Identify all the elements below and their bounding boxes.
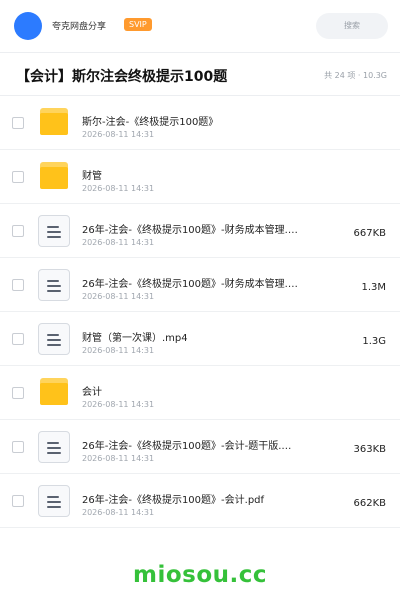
watermark-text: miosou.cc — [132, 562, 268, 588]
file-date: 2026-08-11 14:31 — [82, 184, 155, 193]
file-row[interactable]: 26年-注会-《终极提示100题》-财务成本管理.… 2026-08-11 14… — [0, 204, 400, 258]
row-checkbox[interactable] — [12, 333, 24, 345]
document-icon — [38, 323, 70, 355]
search-button[interactable]: 搜索 — [316, 13, 388, 39]
file-date: 2026-08-11 14:31 — [82, 238, 155, 247]
file-row[interactable]: 26年-注会-《终极提示100题》-会计-题干版.… 2026-08-11 14… — [0, 420, 400, 474]
file-date: 2026-08-11 14:31 — [82, 130, 155, 139]
file-list: 斯尔-注会-《终极提示100题》 2026-08-11 14:31 财管 202… — [0, 96, 400, 528]
row-checkbox[interactable] — [12, 495, 24, 507]
row-checkbox[interactable] — [12, 387, 24, 399]
file-name: 斯尔-注会-《终极提示100题》 — [82, 117, 219, 128]
file-row[interactable]: 财管（第一次课）.mp4 2026-08-11 14:31 1.3G — [0, 312, 400, 366]
document-icon — [38, 215, 70, 247]
row-checkbox[interactable] — [12, 171, 24, 183]
folder-summary: 共 24 项 · 10.3G — [324, 71, 387, 80]
file-name: 财管 — [82, 171, 102, 182]
file-row[interactable]: 26年-注会-《终极提示100题》-会计.pdf 2026-08-11 14:3… — [0, 474, 400, 528]
file-size: 667KB — [353, 228, 386, 239]
document-icon — [38, 431, 70, 463]
avatar[interactable] — [14, 12, 42, 40]
svip-badge: SVIP — [124, 18, 152, 31]
document-icon — [38, 269, 70, 301]
file-name: 26年-注会-《终极提示100题》-财务成本管理.… — [82, 279, 298, 290]
file-date: 2026-08-11 14:31 — [82, 508, 155, 517]
file-name: 26年-注会-《终极提示100题》-会计-题干版.… — [82, 441, 292, 452]
share-owner-name: 夸克网盘分享 — [52, 22, 107, 32]
row-checkbox[interactable] — [12, 441, 24, 453]
file-date: 2026-08-11 14:31 — [82, 400, 155, 409]
file-name: 会计 — [82, 387, 102, 398]
row-checkbox[interactable] — [12, 117, 24, 129]
row-checkbox[interactable] — [12, 225, 24, 237]
file-size: 1.3M — [361, 282, 386, 293]
row-checkbox[interactable] — [12, 279, 24, 291]
file-name: 26年-注会-《终极提示100题》-财务成本管理.… — [82, 225, 298, 236]
file-row[interactable]: 斯尔-注会-《终极提示100题》 2026-08-11 14:31 — [0, 96, 400, 150]
page-title: 【会计】斯尔注会终极提示100题 — [16, 69, 228, 85]
file-size: 363KB — [353, 444, 386, 455]
file-row[interactable]: 财管 2026-08-11 14:31 — [0, 150, 400, 204]
file-date: 2026-08-11 14:31 — [82, 346, 155, 355]
file-row[interactable]: 26年-注会-《终极提示100题》-财务成本管理.… 2026-08-11 14… — [0, 258, 400, 312]
header-divider — [0, 52, 400, 53]
file-name: 26年-注会-《终极提示100题》-会计.pdf — [82, 495, 265, 506]
file-size: 1.3G — [362, 336, 386, 347]
folder-icon — [40, 162, 68, 189]
folder-icon — [40, 108, 68, 135]
file-name: 财管（第一次课）.mp4 — [82, 333, 188, 344]
file-date: 2026-08-11 14:31 — [82, 292, 155, 301]
folder-icon — [40, 378, 68, 405]
document-icon — [38, 485, 70, 517]
file-size: 662KB — [353, 498, 386, 509]
file-row[interactable]: 会计 2026-08-11 14:31 — [0, 366, 400, 420]
file-date: 2026-08-11 14:31 — [82, 454, 155, 463]
top-bar: 夸克网盘分享 SVIP 搜索 — [0, 0, 400, 52]
